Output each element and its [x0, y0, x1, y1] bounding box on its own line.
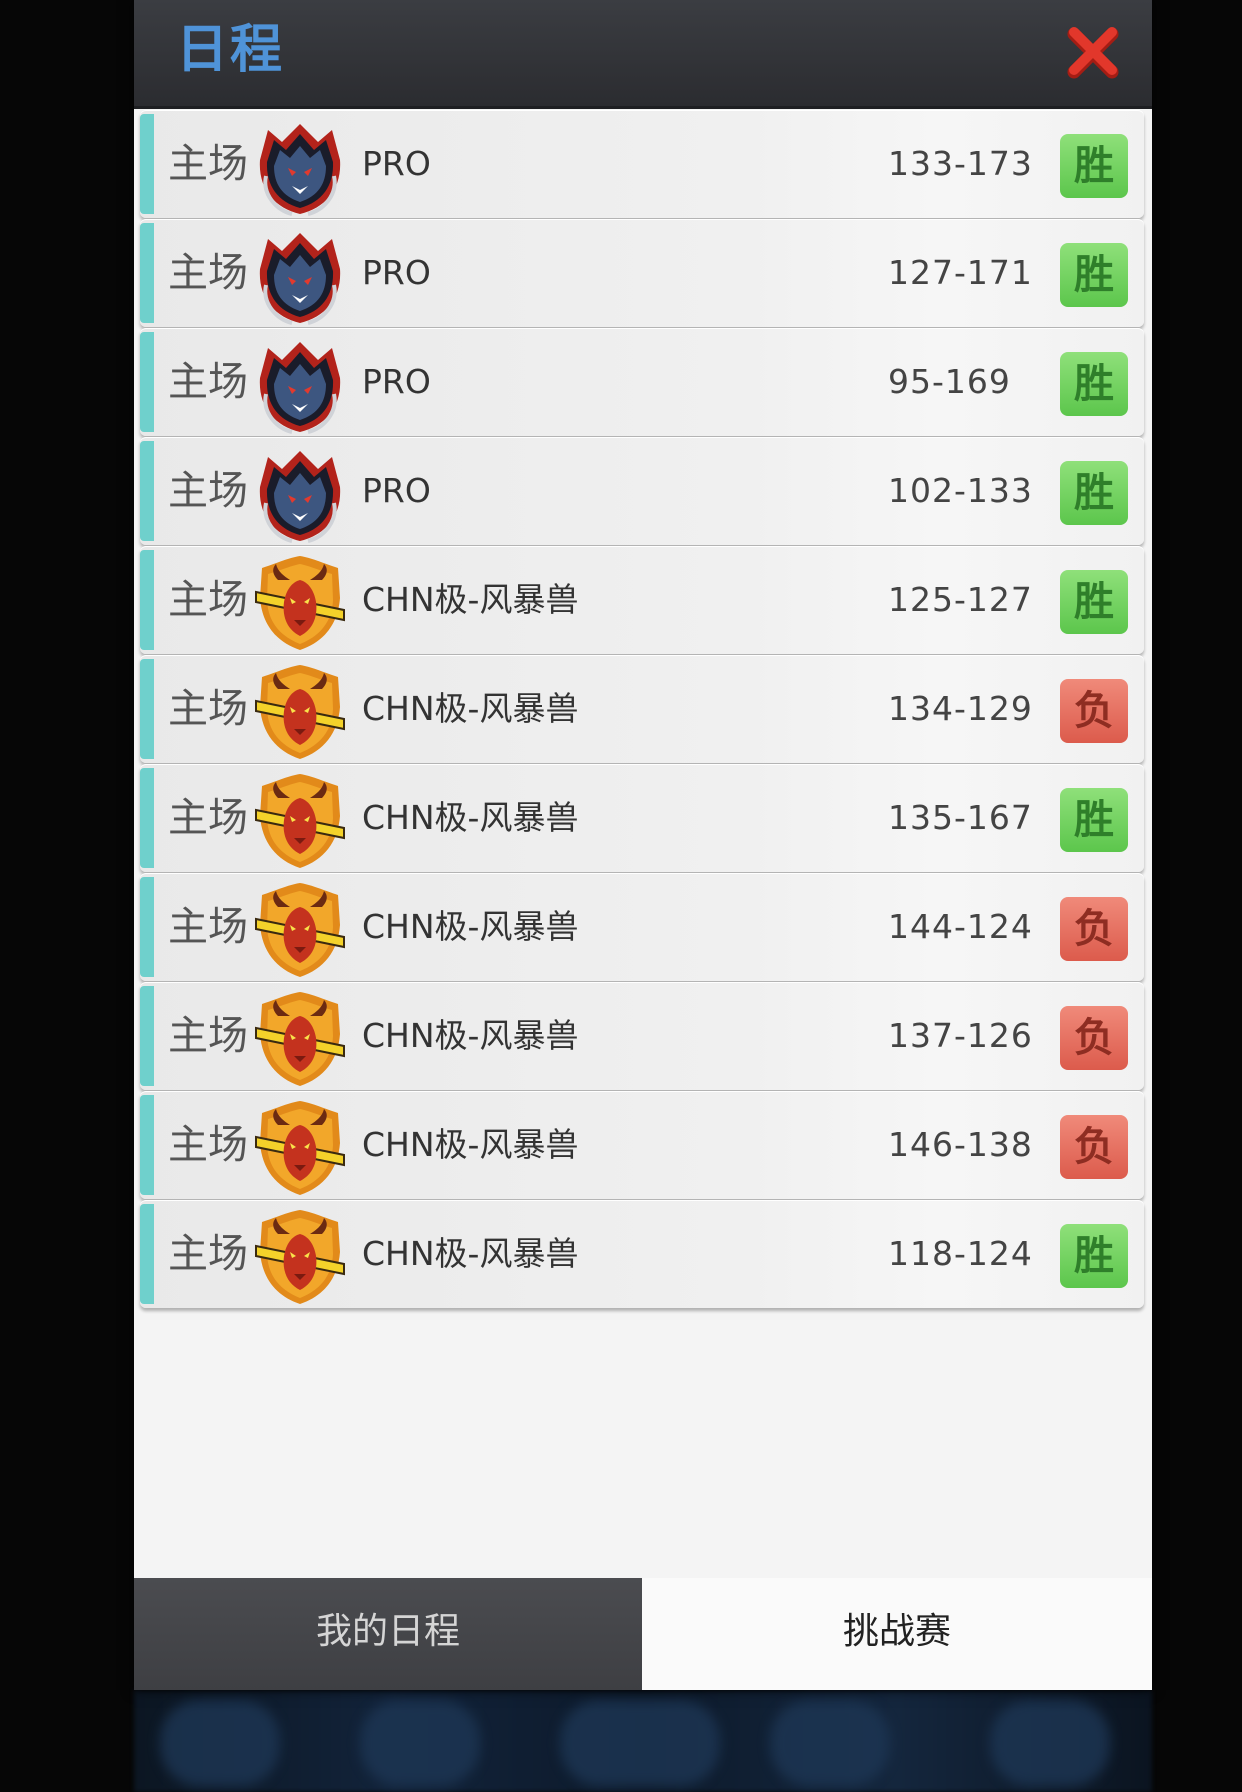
schedule-row[interactable]: 主场 PRO 127-171 胜 — [140, 219, 1144, 331]
background-icon — [360, 1700, 480, 1786]
dialog-title-bar: 日程 — [134, 0, 1152, 109]
opponent-team-name: PRO — [362, 471, 431, 510]
background-icon — [990, 1700, 1110, 1786]
row-accent-stripe — [140, 877, 154, 977]
row-accent-stripe — [140, 441, 154, 541]
schedule-row[interactable]: 主场 CHN极-风暴兽 118-124 胜 — [140, 1200, 1144, 1312]
match-score: 137-126 — [888, 1016, 1033, 1055]
venue-label: 主场 — [168, 141, 248, 187]
tab-bar: 我的日程 挑战赛 — [134, 1578, 1152, 1690]
bull-team-logo-icon — [252, 879, 348, 979]
schedule-row[interactable]: 主场 PRO 95-169 胜 — [140, 328, 1144, 440]
loss-badge: 负 — [1060, 1006, 1128, 1070]
match-score: 135-167 — [888, 798, 1033, 837]
tab-my-schedule[interactable]: 我的日程 — [134, 1578, 642, 1690]
opponent-team-name: PRO — [362, 362, 431, 401]
wolf-team-logo-icon — [252, 334, 348, 434]
venue-label: 主场 — [168, 1013, 248, 1059]
win-badge: 胜 — [1060, 134, 1128, 198]
background-icon — [160, 1700, 280, 1786]
opponent-team-name: CHN极-风暴兽 — [362, 907, 579, 946]
win-badge: 胜 — [1060, 243, 1128, 307]
venue-label: 主场 — [168, 468, 248, 514]
match-score: 125-127 — [888, 580, 1033, 619]
opponent-team-name: CHN极-风暴兽 — [362, 1234, 579, 1273]
bull-team-logo-icon — [252, 1097, 348, 1197]
schedule-row[interactable]: 主场 CHN极-风暴兽 144-124 负 — [140, 873, 1144, 985]
dialog-title: 日程 — [176, 20, 285, 80]
win-badge: 胜 — [1060, 570, 1128, 634]
row-accent-stripe — [140, 223, 154, 323]
row-accent-stripe — [140, 1204, 154, 1304]
tab-challenge[interactable]: 挑战赛 — [642, 1578, 1152, 1690]
row-accent-stripe — [140, 1095, 154, 1195]
game-screen: 日程 主场 PRO 133-173 胜 主场 PRO 127-171 胜 主场 … — [0, 0, 1242, 1792]
schedule-row[interactable]: 主场 CHN极-风暴兽 146-138 负 — [140, 1091, 1144, 1203]
match-score: 146-138 — [888, 1125, 1033, 1164]
opponent-team-name: CHN极-风暴兽 — [362, 798, 579, 837]
opponent-team-name: PRO — [362, 144, 431, 183]
loss-badge: 负 — [1060, 1115, 1128, 1179]
opponent-team-name: PRO — [362, 253, 431, 292]
bull-team-logo-icon — [252, 661, 348, 761]
match-score: 134-129 — [888, 689, 1033, 728]
row-accent-stripe — [140, 659, 154, 759]
win-badge: 胜 — [1060, 1224, 1128, 1288]
venue-label: 主场 — [168, 686, 248, 732]
wolf-team-logo-icon — [252, 225, 348, 325]
match-score: 127-171 — [888, 253, 1033, 292]
schedule-row[interactable]: 主场 CHN极-风暴兽 135-167 胜 — [140, 764, 1144, 876]
win-badge: 胜 — [1060, 352, 1128, 416]
venue-label: 主场 — [168, 1231, 248, 1277]
background-icon — [560, 1700, 720, 1786]
bull-team-logo-icon — [252, 1206, 348, 1306]
bull-team-logo-icon — [252, 770, 348, 870]
opponent-team-name: CHN极-风暴兽 — [362, 689, 579, 728]
schedule-row[interactable]: 主场 CHN极-风暴兽 134-129 负 — [140, 655, 1144, 767]
row-accent-stripe — [140, 550, 154, 650]
schedule-row[interactable]: 主场 CHN极-风暴兽 137-126 负 — [140, 982, 1144, 1094]
close-x-icon — [1067, 27, 1119, 79]
opponent-team-name: CHN极-风暴兽 — [362, 580, 579, 619]
venue-label: 主场 — [168, 250, 248, 296]
close-button[interactable] — [1064, 24, 1122, 82]
match-score: 102-133 — [888, 471, 1033, 510]
match-score: 118-124 — [888, 1234, 1033, 1273]
wolf-team-logo-icon — [252, 443, 348, 543]
row-accent-stripe — [140, 768, 154, 868]
match-score: 95-169 — [888, 362, 1011, 401]
loss-badge: 负 — [1060, 897, 1128, 961]
wolf-team-logo-icon — [252, 116, 348, 216]
match-score: 133-173 — [888, 144, 1033, 183]
background-icon — [770, 1700, 890, 1786]
row-accent-stripe — [140, 332, 154, 432]
bull-team-logo-icon — [252, 988, 348, 1088]
schedule-row[interactable]: 主场 CHN极-风暴兽 125-127 胜 — [140, 546, 1144, 658]
venue-label: 主场 — [168, 359, 248, 405]
venue-label: 主场 — [168, 795, 248, 841]
match-score: 144-124 — [888, 907, 1033, 946]
loss-badge: 负 — [1060, 679, 1128, 743]
venue-label: 主场 — [168, 577, 248, 623]
schedule-row[interactable]: 主场 PRO 102-133 胜 — [140, 437, 1144, 549]
row-accent-stripe — [140, 986, 154, 1086]
venue-label: 主场 — [168, 904, 248, 950]
win-badge: 胜 — [1060, 461, 1128, 525]
row-accent-stripe — [140, 114, 154, 214]
win-badge: 胜 — [1060, 788, 1128, 852]
schedule-dialog: 日程 主场 PRO 133-173 胜 主场 PRO 127-171 胜 主场 … — [134, 0, 1152, 1690]
opponent-team-name: CHN极-风暴兽 — [362, 1016, 579, 1055]
bull-team-logo-icon — [252, 552, 348, 652]
venue-label: 主场 — [168, 1122, 248, 1168]
schedule-row[interactable]: 主场 PRO 133-173 胜 — [140, 110, 1144, 222]
opponent-team-name: CHN极-风暴兽 — [362, 1125, 579, 1164]
